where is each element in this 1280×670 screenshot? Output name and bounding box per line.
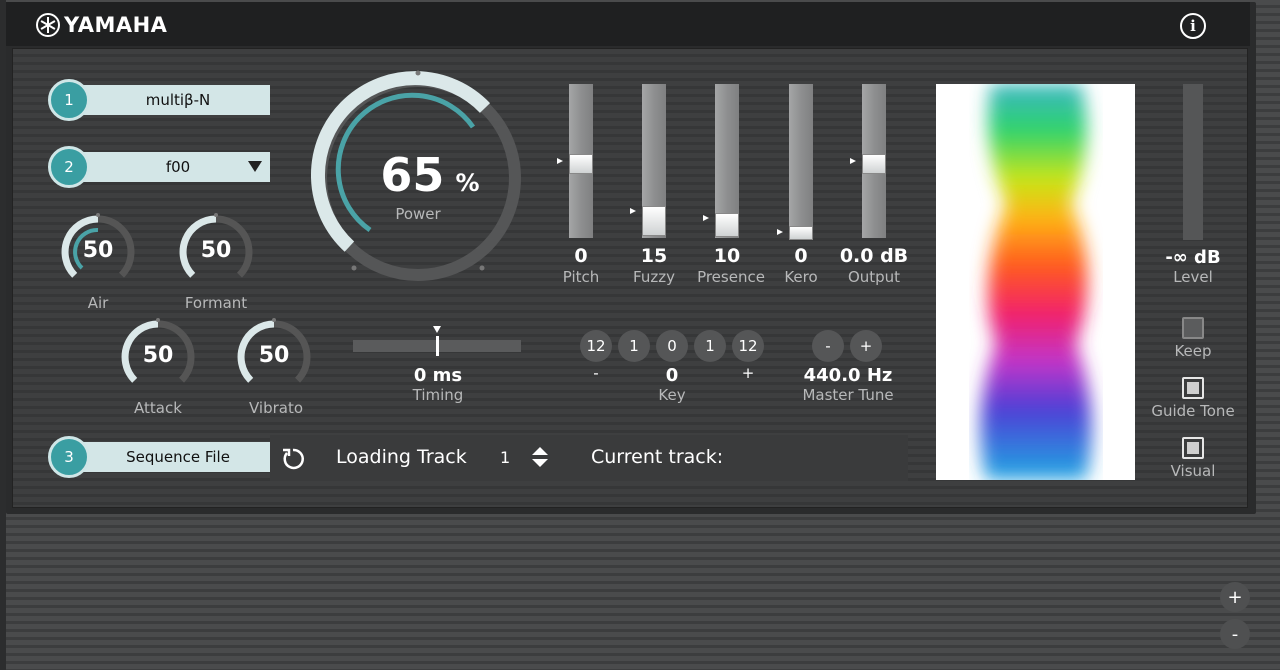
timing-label: Timing: [412, 386, 464, 404]
slot-1-number[interactable]: 1: [48, 79, 90, 121]
key-button-plus-1[interactable]: 1: [694, 330, 726, 362]
info-icon[interactable]: i: [1180, 13, 1206, 39]
output-label: Output: [847, 268, 901, 286]
reload-icon[interactable]: [280, 446, 306, 472]
slot-3-number[interactable]: 3: [48, 436, 90, 478]
key-button-reset[interactable]: 0: [656, 330, 688, 362]
brand-name: YAMAHA: [64, 13, 168, 37]
current-track-label: Current track:: [591, 446, 724, 468]
key-plus-label: +: [741, 364, 755, 382]
output-fader-mark: [850, 158, 856, 164]
key-label: Key: [658, 386, 686, 404]
zoom-out-button[interactable]: -: [1220, 619, 1250, 649]
kero-fader-mark: [777, 229, 783, 235]
title-bar: [6, 2, 1250, 46]
key-minus-label: -: [593, 364, 599, 382]
formant-value: 50: [200, 238, 232, 263]
air-value: 50: [82, 238, 114, 263]
visualizer-image: [936, 84, 1135, 480]
keep-checkbox[interactable]: [1182, 317, 1204, 339]
kero-fader-cap[interactable]: [789, 226, 813, 240]
fuzzy-fader-mark: [630, 208, 636, 214]
master-tune-value: 440.0 Hz: [803, 365, 893, 386]
visual-label: Visual: [1170, 462, 1216, 480]
power-value: 65: [380, 148, 445, 202]
visual-checkbox[interactable]: [1182, 437, 1204, 459]
timing-marker-icon: [433, 326, 441, 333]
attack-label: Attack: [134, 399, 182, 417]
zoom-in-button[interactable]: +: [1220, 582, 1250, 612]
presence-fader-cap[interactable]: [715, 213, 739, 237]
output-fader-cap[interactable]: [862, 154, 886, 174]
kero-fader[interactable]: [777, 84, 813, 240]
sequence-file-button[interactable]: Sequence File: [68, 442, 270, 472]
pitch-value: 0: [574, 245, 588, 267]
level-label: Level: [1173, 268, 1213, 286]
dropdown-arrow-icon: [248, 161, 262, 172]
level-meter: [1183, 84, 1203, 240]
master-tune-plus-button[interactable]: +: [850, 330, 882, 362]
timing-value: 0 ms: [413, 365, 463, 386]
key-button-minus-12[interactable]: 12: [580, 330, 612, 362]
presence-value: 10: [713, 245, 741, 267]
kero-fader-track: [789, 84, 813, 238]
master-tune-minus-button[interactable]: -: [812, 330, 844, 362]
fuzzy-value: 15: [640, 245, 668, 267]
track-stepper-icon[interactable]: [531, 447, 549, 469]
key-value: 0: [665, 365, 679, 386]
slot-2-value: f00: [165, 158, 191, 176]
power-label: Power: [395, 205, 441, 223]
slot-2-number[interactable]: 2: [48, 146, 90, 188]
kero-value: 0: [794, 245, 808, 267]
power-unit: %: [455, 169, 480, 197]
vibrato-value: 50: [258, 343, 290, 368]
guide-tone-label: Guide Tone: [1151, 402, 1235, 420]
presence-fader-mark: [703, 215, 709, 221]
slot-1-field[interactable]: multiβ-N: [68, 85, 270, 115]
pitch-fader-cap[interactable]: [569, 154, 593, 174]
fuzzy-fader-cap[interactable]: [642, 206, 666, 236]
master-tune-label: Master Tune: [802, 386, 894, 404]
power-readout: 65 %: [360, 148, 500, 202]
attack-value: 50: [142, 343, 174, 368]
level-value: -∞ dB: [1165, 247, 1221, 268]
keep-label: Keep: [1174, 342, 1212, 360]
loading-track-value: 1: [500, 448, 511, 467]
key-button-plus-12[interactable]: 12: [732, 330, 764, 362]
guide-tone-checkbox[interactable]: [1182, 377, 1204, 399]
formant-label: Formant: [184, 294, 248, 312]
loading-track-label: Loading Track: [336, 446, 467, 468]
tuning-fork-logo-icon: [36, 13, 60, 37]
air-label: Air: [87, 294, 109, 312]
slot-2-dropdown[interactable]: f00: [68, 152, 270, 182]
timing-slider-handle[interactable]: [436, 336, 439, 356]
key-button-minus-1[interactable]: 1: [618, 330, 650, 362]
vibrato-label: Vibrato: [248, 399, 304, 417]
presence-fader[interactable]: [703, 84, 739, 238]
pitch-fader-mark: [557, 158, 563, 164]
output-fader[interactable]: [850, 84, 886, 238]
yamaha-logo: YAMAHA: [36, 13, 167, 37]
pitch-fader[interactable]: [557, 84, 593, 238]
output-value: 0.0 dB: [839, 245, 909, 267]
fuzzy-fader[interactable]: [630, 84, 666, 238]
